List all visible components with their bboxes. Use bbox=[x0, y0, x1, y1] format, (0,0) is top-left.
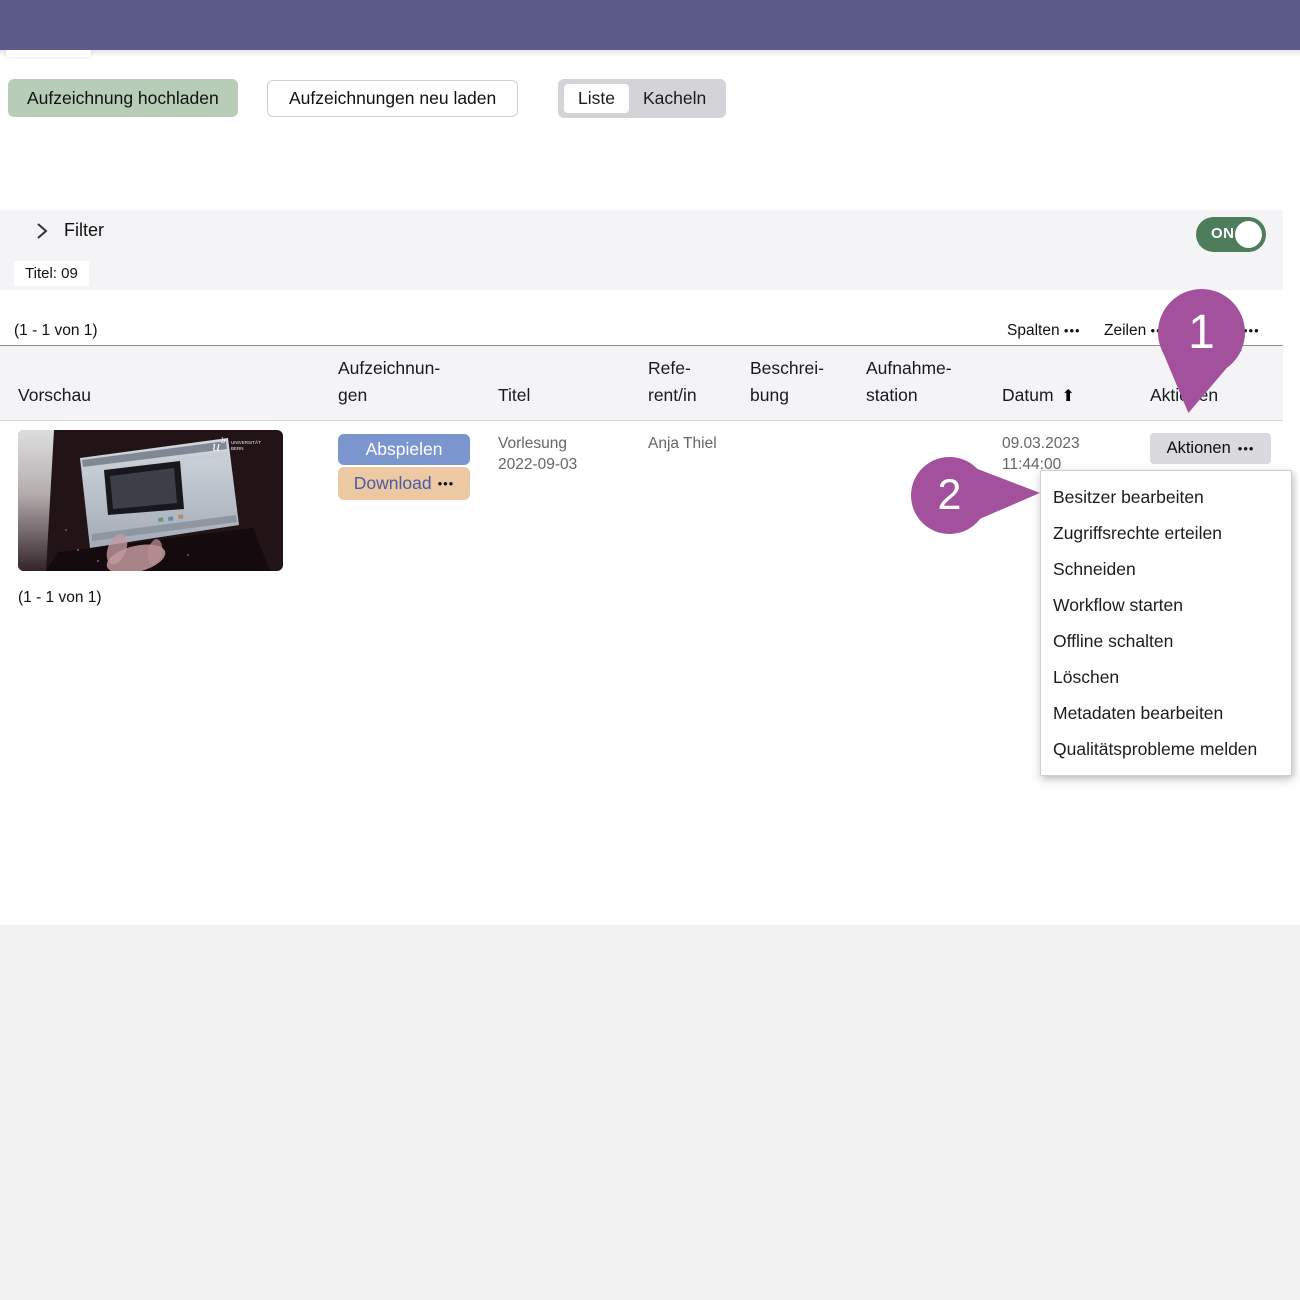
menu-item-besitzer-bearbeiten[interactable]: Besitzer bearbeiten bbox=[1041, 479, 1291, 515]
logo-b: b bbox=[221, 437, 226, 445]
column-header-titel[interactable]: Titel bbox=[498, 382, 530, 409]
ellipsis-icon: ••• bbox=[437, 476, 455, 491]
filter-expander[interactable]: Filter bbox=[35, 220, 104, 241]
ellipsis-icon: ••• bbox=[1063, 323, 1081, 338]
marker-1-number: 1 bbox=[1188, 306, 1215, 359]
ellipsis-icon: ••• bbox=[1237, 441, 1255, 456]
result-count-top: (1 - 1 von 1) bbox=[14, 322, 98, 339]
toggle-on-label: ON bbox=[1211, 225, 1235, 242]
reload-recordings-button[interactable]: Aufzeichnungen neu laden bbox=[267, 80, 519, 117]
rows-label: Zeilen bbox=[1104, 322, 1147, 339]
row-actions-button[interactable]: Aktionen ••• bbox=[1150, 433, 1271, 464]
logo-line2: BERN bbox=[231, 446, 244, 451]
filter-chip-titel[interactable]: Titel: 09 bbox=[14, 261, 89, 286]
more-menu-button[interactable]: ••• bbox=[1243, 322, 1260, 340]
menu-item-zugriffsrechte-erteilen[interactable]: Zugriffsrechte erteilen bbox=[1041, 515, 1291, 551]
page-footer-area bbox=[0, 925, 1300, 1300]
logo-u: u bbox=[212, 440, 220, 455]
thumbnail-image: u b UNIVERSITÄT BERN bbox=[18, 430, 283, 571]
filter-label: Filter bbox=[64, 220, 104, 240]
download-label: Download bbox=[353, 473, 432, 493]
table-header-row: Vorschau Aufzeichnun- gen Titel Refe- re… bbox=[0, 345, 1283, 421]
download-button[interactable]: Download ••• bbox=[338, 467, 470, 500]
menu-item-metadaten-bearbeiten[interactable]: Metadaten bearbeiten bbox=[1041, 695, 1291, 731]
menu-item-schneiden[interactable]: Schneiden bbox=[1041, 551, 1291, 587]
sort-arrow-icon[interactable]: ⬆ bbox=[1062, 386, 1075, 405]
ellipsis-icon: ••• bbox=[1243, 323, 1260, 338]
video-thumbnail[interactable]: u b UNIVERSITÄT BERN bbox=[18, 430, 283, 571]
marker-2-number: 2 bbox=[937, 471, 962, 519]
columns-menu-button[interactable]: Spalten ••• bbox=[1007, 322, 1081, 340]
view-tiles-segment[interactable]: Kacheln bbox=[629, 84, 720, 113]
column-header-datum[interactable]: Datum ⬆ bbox=[1002, 355, 1075, 409]
top-navbar bbox=[0, 0, 1300, 50]
actions-dropdown-menu: Besitzer bearbeiten Zugriffsrechte ertei… bbox=[1040, 470, 1292, 776]
cell-titel: Vorlesung 2022-09-03 bbox=[498, 435, 578, 473]
cell-referent: Anja Thiel bbox=[648, 435, 717, 452]
result-count-bottom: (1 - 1 von 1) bbox=[18, 589, 102, 606]
logo-line1: UNIVERSITÄT bbox=[231, 439, 261, 445]
menu-item-loeschen[interactable]: Löschen bbox=[1041, 659, 1291, 695]
column-header-referent[interactable]: Refe- rent/in bbox=[648, 355, 697, 409]
view-mode-switch: Liste Kacheln bbox=[558, 79, 727, 118]
chevron-right-icon bbox=[37, 222, 48, 239]
filter-active-toggle[interactable]: ON bbox=[1196, 217, 1266, 252]
menu-item-qualitaetsprobleme-melden[interactable]: Qualitätsprobleme melden bbox=[1041, 731, 1291, 767]
filter-panel: Filter Titel: 09 ON bbox=[0, 210, 1283, 290]
upload-recording-button[interactable]: Aufzeichnung hochladen bbox=[8, 79, 238, 117]
datum-label: Datum bbox=[1002, 384, 1054, 405]
play-button[interactable]: Abspielen bbox=[338, 434, 470, 465]
menu-item-offline-schalten[interactable]: Offline schalten bbox=[1041, 623, 1291, 659]
cell-datum: 09.03.2023 11:44:00 bbox=[1002, 435, 1080, 473]
page: Inhalt Info Einstellungen Gruppen Rechte… bbox=[0, 0, 1300, 1300]
column-header-vorschau[interactable]: Vorschau bbox=[18, 382, 91, 409]
view-list-segment[interactable]: Liste bbox=[564, 84, 629, 113]
column-header-beschreibung[interactable]: Beschrei- bung bbox=[750, 355, 824, 409]
columns-label: Spalten bbox=[1007, 322, 1060, 339]
column-header-aufnahmestation[interactable]: Aufnahme- station bbox=[866, 355, 952, 409]
column-header-aufzeichnungen[interactable]: Aufzeichnun- gen bbox=[338, 355, 440, 409]
menu-item-workflow-starten[interactable]: Workflow starten bbox=[1041, 587, 1291, 623]
toggle-knob bbox=[1235, 221, 1262, 248]
actions-label: Aktionen bbox=[1166, 439, 1231, 457]
